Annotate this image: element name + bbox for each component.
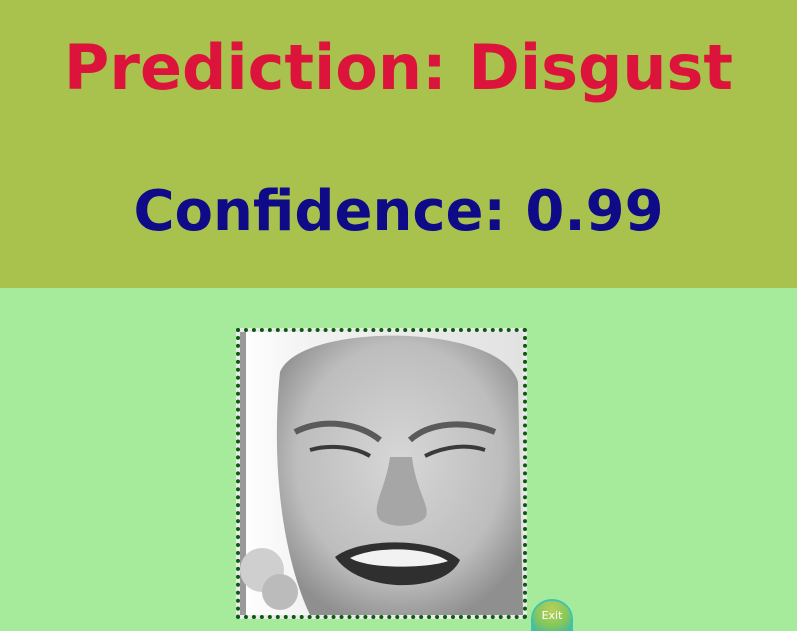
page: Prediction: Disgust Confidence: 0.99 Exi…	[0, 0, 797, 631]
result-panel: Prediction: Disgust Confidence: 0.99	[0, 0, 797, 288]
image-frame	[236, 328, 527, 619]
prediction-label: Prediction: Disgust	[63, 31, 734, 104]
confidence-label: Confidence: 0.99	[133, 179, 664, 244]
exit-button[interactable]: Exit	[533, 601, 571, 631]
face-photo	[240, 332, 523, 615]
